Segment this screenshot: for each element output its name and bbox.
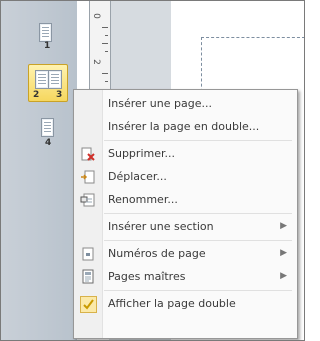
rename-page-icon bbox=[80, 192, 96, 208]
menu-item-insert-section[interactable]: Insérer une section ▶ bbox=[74, 216, 297, 238]
page-number-label: 3 bbox=[56, 90, 63, 100]
page-number-label: 4 bbox=[45, 138, 52, 148]
ruler-mark: 0 bbox=[90, 13, 101, 19]
margin-guide bbox=[201, 37, 202, 97]
menu-item-label: Insérer une page... bbox=[108, 97, 212, 110]
menu-item-label: Insérer la page en double... bbox=[108, 120, 260, 133]
page-number-icon bbox=[80, 246, 96, 262]
menu-item-label: Supprimer... bbox=[108, 147, 175, 160]
page-number-label: 2 bbox=[33, 90, 40, 100]
menu-item-show-two-page-spread[interactable]: Afficher la page double bbox=[74, 293, 297, 315]
app-window: 1 2 3 4 0 2 Insérer une page... Insérer … bbox=[0, 0, 305, 341]
page-icon bbox=[39, 23, 52, 42]
page-icon bbox=[35, 70, 49, 89]
submenu-arrow-icon: ▶ bbox=[280, 271, 287, 281]
page-thumbnail-4[interactable] bbox=[41, 118, 54, 137]
context-menu: Insérer une page... Insérer la page en d… bbox=[73, 89, 298, 339]
menu-separator bbox=[104, 140, 292, 141]
submenu-arrow-icon: ▶ bbox=[280, 221, 287, 231]
menu-item-move[interactable]: Déplacer... bbox=[74, 166, 297, 188]
move-page-icon bbox=[80, 169, 96, 185]
menu-item-insert-page[interactable]: Insérer une page... bbox=[74, 93, 297, 115]
ruler-mark: 2 bbox=[90, 59, 101, 65]
menu-item-label: Numéros de page bbox=[108, 247, 206, 260]
page-thumbnail-1[interactable] bbox=[39, 23, 52, 42]
master-pages-icon bbox=[80, 269, 96, 285]
menu-separator bbox=[104, 213, 292, 214]
menu-item-label: Pages maîtres bbox=[108, 270, 186, 283]
page-number-label: 1 bbox=[44, 41, 51, 51]
page-icon bbox=[48, 70, 62, 89]
menu-item-master-pages[interactable]: Pages maîtres ▶ bbox=[74, 266, 297, 288]
menu-item-label: Afficher la page double bbox=[108, 297, 236, 310]
margin-guide bbox=[201, 37, 304, 38]
page-thumbnail-3[interactable] bbox=[48, 70, 62, 89]
menu-separator bbox=[104, 290, 292, 291]
page-thumbnail-2[interactable] bbox=[35, 70, 49, 89]
menu-item-delete[interactable]: Supprimer... bbox=[74, 143, 297, 165]
menu-item-rename[interactable]: Renommer... bbox=[74, 189, 297, 211]
menu-item-label: Renommer... bbox=[108, 193, 178, 206]
menu-separator bbox=[104, 240, 292, 241]
menu-item-label: Insérer une section bbox=[108, 220, 214, 233]
pages-panel: 1 2 3 4 bbox=[1, 1, 77, 340]
submenu-arrow-icon: ▶ bbox=[280, 248, 287, 258]
menu-item-label: Déplacer... bbox=[108, 170, 167, 183]
menu-item-page-numbers[interactable]: Numéros de page ▶ bbox=[74, 243, 297, 265]
page-icon bbox=[41, 118, 54, 137]
delete-page-icon bbox=[80, 146, 96, 162]
check-icon bbox=[80, 296, 97, 313]
menu-item-duplicate-page[interactable]: Insérer la page en double... bbox=[74, 116, 297, 138]
